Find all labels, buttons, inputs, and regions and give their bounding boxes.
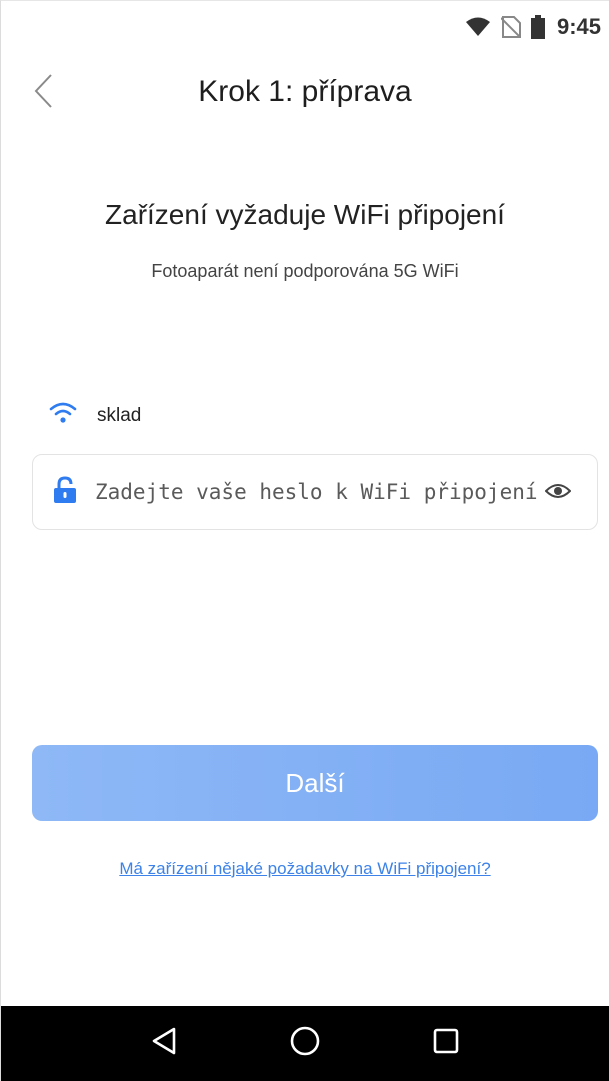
next-button[interactable]: Další (32, 745, 598, 821)
eye-icon[interactable] (544, 481, 572, 506)
header: Krok 1: příprava (1, 63, 609, 123)
password-input[interactable] (95, 480, 565, 504)
no-sim-icon (500, 16, 521, 38)
network-ssid: sklad (97, 404, 142, 426)
wifi-5g-note: Fotoaparát není podporována 5G WiFi (151, 261, 459, 281)
back-triangle-icon (151, 1026, 177, 1061)
wifi-requirements-link[interactable]: Má zařízení nějaké požadavky na WiFi při… (1, 859, 609, 879)
wifi-icon (49, 401, 77, 430)
page-title: Krok 1: příprava (198, 75, 412, 108)
system-nav-bar (1, 1006, 609, 1081)
lock-icon (53, 475, 77, 509)
clock: 9:45 (556, 14, 601, 39)
nav-recents-button[interactable] (424, 1022, 468, 1066)
network-row: sklad (49, 401, 141, 430)
password-field[interactable] (32, 454, 598, 530)
nav-back-button[interactable] (142, 1022, 186, 1066)
wifi-icon (465, 17, 491, 37)
battery-icon (530, 15, 545, 39)
screen: 9:45 Krok 1: příprava Zařízení vyžaduje … (0, 0, 609, 1081)
status-bar: 9:45 (1, 1, 609, 53)
wifi-required-heading: Zařízení vyžaduje WiFi připojení (105, 199, 505, 230)
nav-home-button[interactable] (283, 1022, 327, 1066)
home-circle-icon (289, 1025, 321, 1062)
recents-square-icon (432, 1027, 460, 1060)
